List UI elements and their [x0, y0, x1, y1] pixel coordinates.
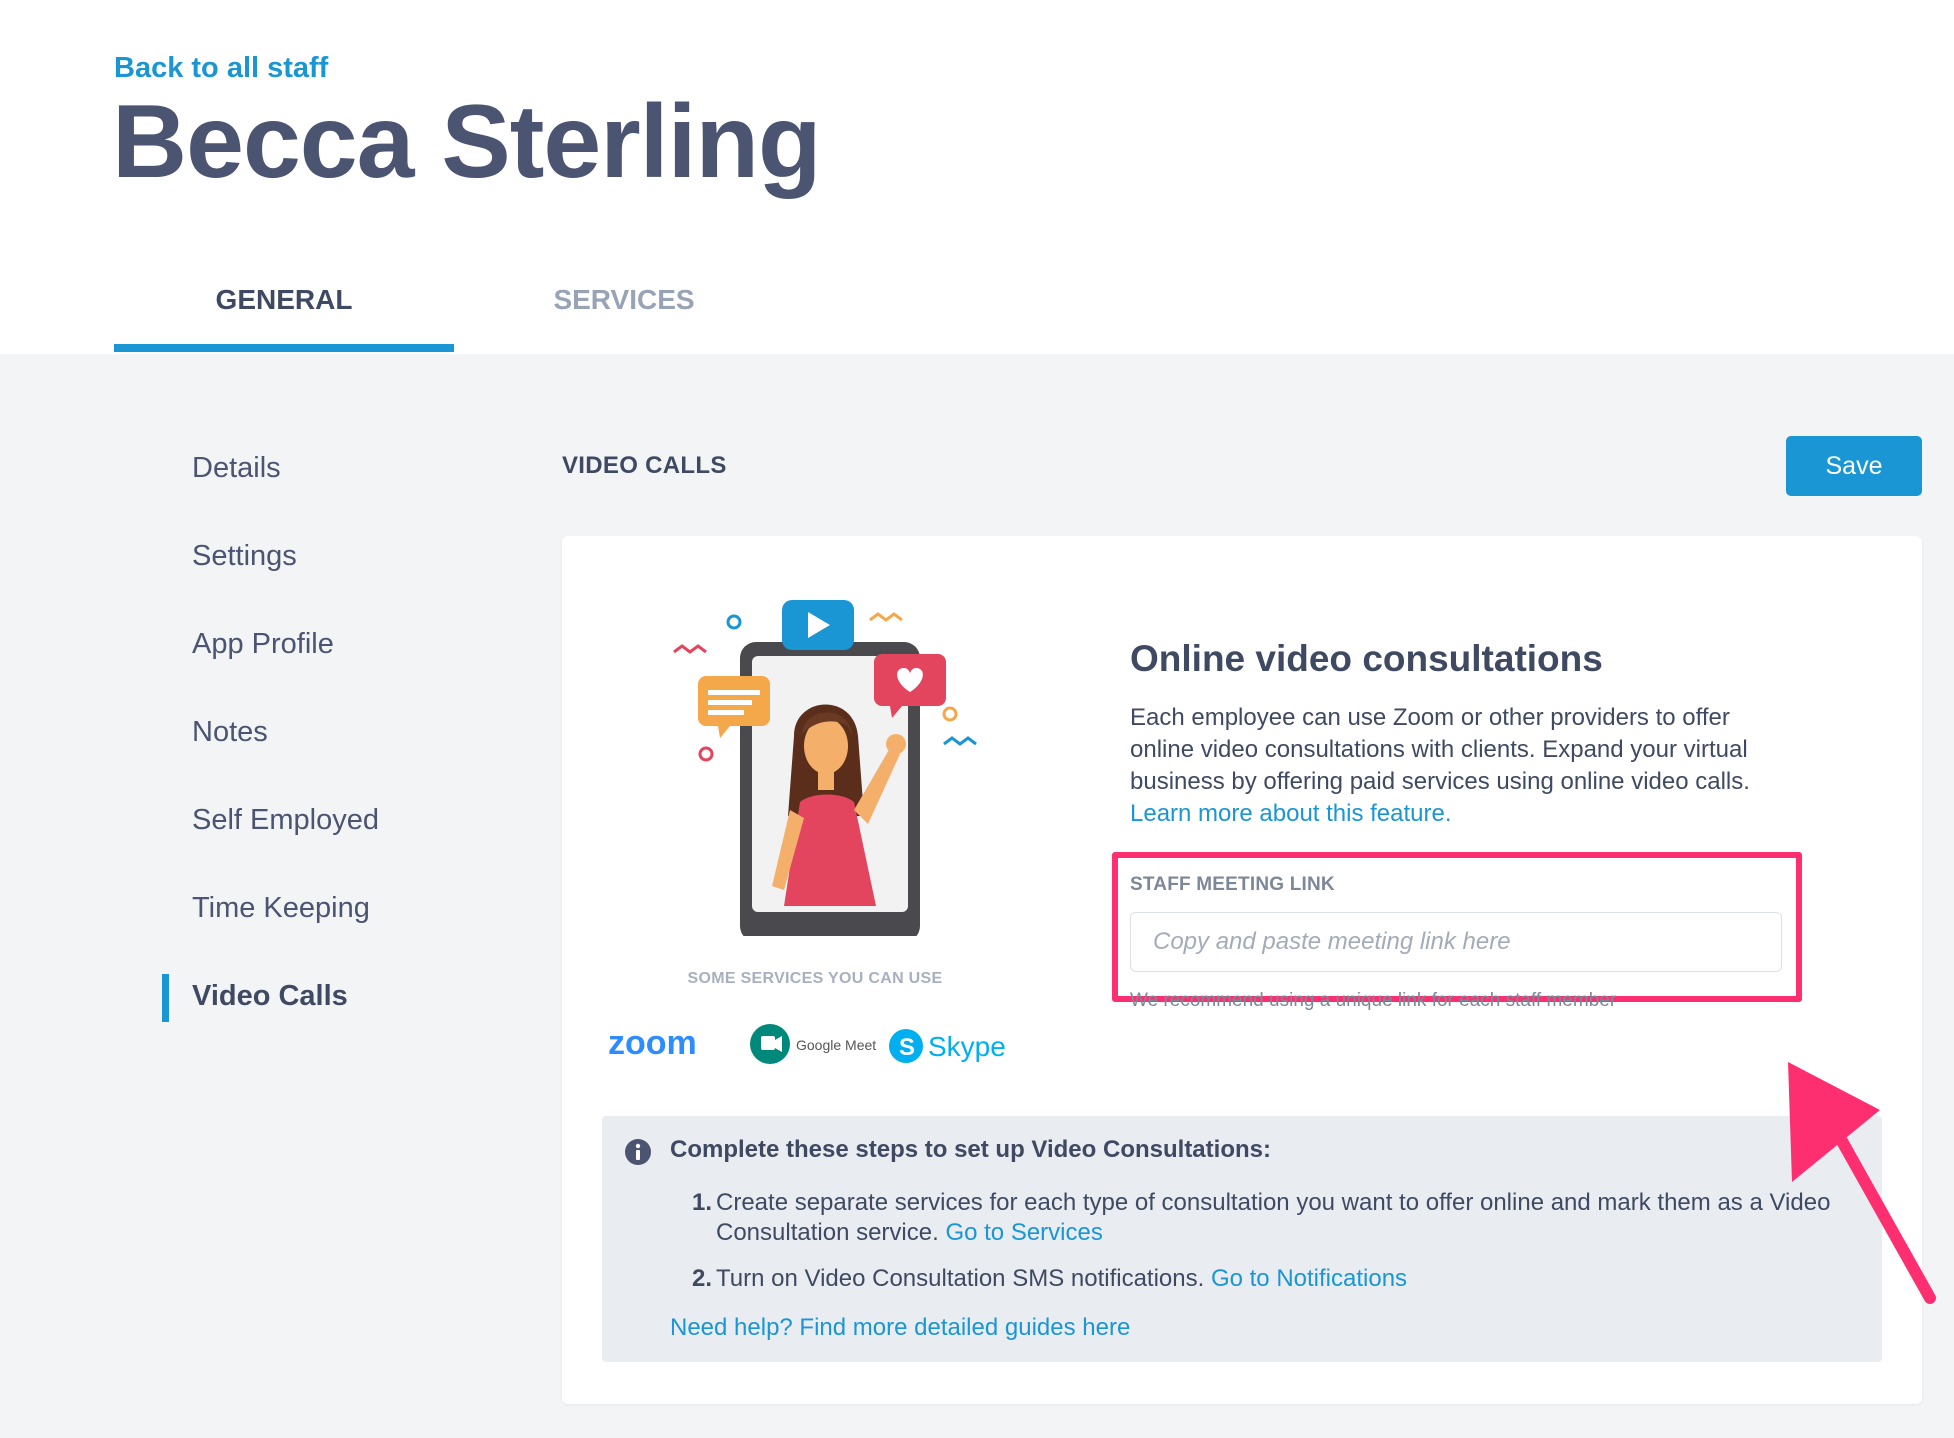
step-text-body: Create separate services for each type o… — [716, 1189, 1831, 1246]
meeting-link-input[interactable] — [1130, 912, 1782, 972]
video-calls-card: SOME SERVICES YOU CAN USE zoom Google Me… — [562, 536, 1922, 1404]
tab-general[interactable]: GENERAL — [114, 270, 454, 354]
sidebar-item-video-calls[interactable]: Video Calls — [192, 980, 348, 1013]
sidebar-item-settings[interactable]: Settings — [192, 540, 297, 573]
sidebar-active-marker — [162, 974, 169, 1022]
go-to-services-link[interactable]: Go to Services — [945, 1219, 1102, 1246]
google-meet-logo-text: Google Meet — [796, 1037, 876, 1053]
step-text: Create separate services for each type o… — [716, 1188, 1866, 1248]
meeting-link-label: STAFF MEETING LINK — [1130, 874, 1335, 895]
zoom-logo-text: zoom — [608, 1024, 697, 1062]
section-heading: VIDEO CALLS — [562, 452, 727, 479]
active-tab-indicator — [114, 344, 454, 352]
info-icon — [625, 1139, 651, 1165]
svg-text:S: S — [899, 1034, 915, 1061]
skype-logo-text: Skype — [928, 1031, 1006, 1062]
tab-bar: GENERAL SERVICES — [114, 270, 814, 354]
sidebar-item-app-profile[interactable]: App Profile — [192, 628, 334, 661]
sidebar-item-details[interactable]: Details — [192, 452, 281, 485]
step-text-body: Turn on Video Consultation SMS notificat… — [716, 1265, 1205, 1292]
page-title: Becca Sterling — [112, 84, 822, 200]
zoom-logo-icon: zoom — [608, 1024, 697, 1062]
step-text: Turn on Video Consultation SMS notificat… — [716, 1264, 1866, 1294]
google-meet-logo-icon: Google Meet — [750, 1024, 876, 1064]
go-to-notifications-link[interactable]: Go to Notifications — [1211, 1265, 1407, 1292]
learn-more-link[interactable]: Learn more about this feature. — [1130, 800, 1452, 827]
skype-logo-icon: S Skype — [889, 1029, 1006, 1063]
consult-body-text: Each employee can use Zoom or other prov… — [1130, 704, 1750, 795]
tab-services[interactable]: SERVICES — [454, 270, 794, 354]
sidebar-item-self-employed[interactable]: Self Employed — [192, 804, 379, 837]
steps-title: Complete these steps to set up Video Con… — [670, 1136, 1271, 1163]
meeting-link-hint: We recommend using a unique link for eac… — [1130, 990, 1617, 1011]
sidebar-item-time-keeping[interactable]: Time Keeping — [192, 892, 370, 925]
pointer-arrow-icon — [1788, 1062, 1936, 1304]
services-caption: SOME SERVICES YOU CAN USE — [687, 970, 943, 987]
save-button[interactable]: Save — [1786, 436, 1922, 496]
setup-steps-panel: Complete these steps to set up Video Con… — [602, 1116, 1882, 1362]
page-header: Back to all staff Becca Sterling GENERAL… — [0, 0, 1954, 354]
consult-description: Each employee can use Zoom or other prov… — [1130, 702, 1780, 830]
consult-title: Online video consultations — [1130, 638, 1603, 679]
help-guides-link[interactable]: Need help? Find more detailed guides her… — [670, 1314, 1130, 1342]
back-to-staff-link[interactable]: Back to all staff — [114, 52, 328, 85]
step-number: 1. — [692, 1189, 713, 1216]
sidebar-item-notes[interactable]: Notes — [192, 716, 268, 749]
step-number: 2. — [692, 1265, 713, 1292]
video-call-illustration-icon — [673, 600, 977, 936]
provider-logos: zoom Google Meet S Skype — [608, 1024, 1006, 1064]
